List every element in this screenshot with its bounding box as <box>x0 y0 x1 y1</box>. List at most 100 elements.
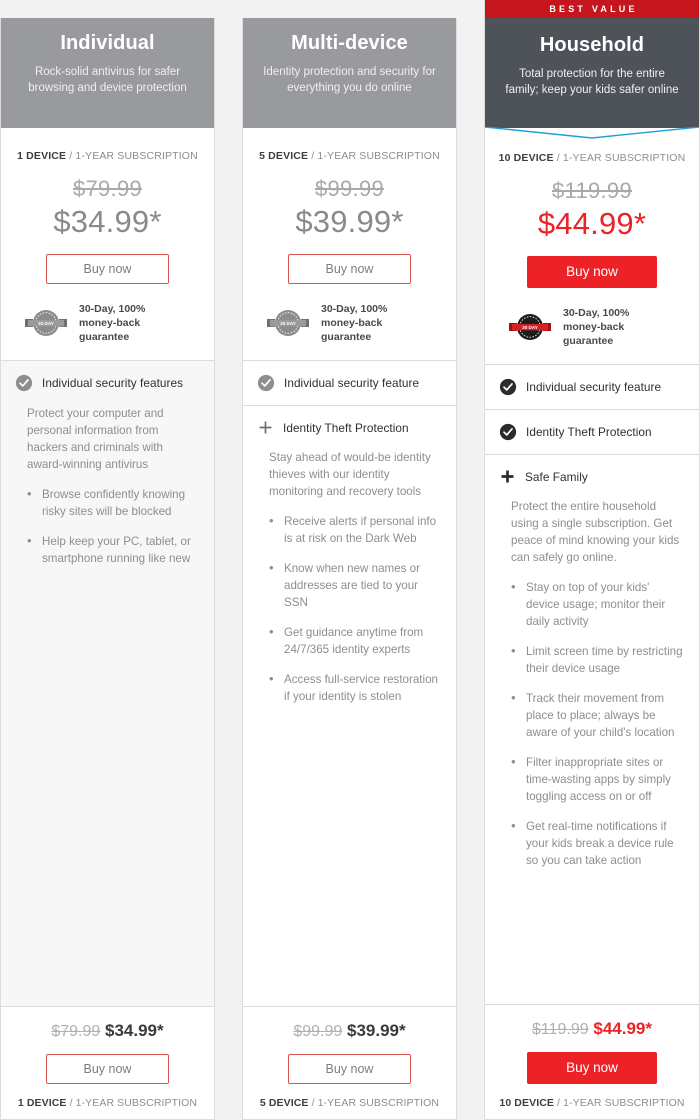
footer-current-price: $39.99* <box>347 1021 406 1040</box>
check-icon <box>499 378 517 396</box>
buy-now-button-bottom[interactable]: Buy now <box>527 1052 657 1084</box>
card-footer: $99.99 $39.99* Buy now 5 DEVICE / 1-YEAR S… <box>243 1006 456 1119</box>
footer-price: $99.99 $39.99* <box>253 1021 446 1041</box>
guarantee-line-2: money-back guarantee <box>321 317 383 343</box>
footer-device-count: 5 DEVICE <box>259 1097 309 1109</box>
feature-group[interactable]: Individual security features Protect your… <box>1 361 214 1006</box>
feature-group-header[interactable]: Safe Family <box>485 455 699 498</box>
buy-now-button-top[interactable]: Buy now <box>288 254 411 284</box>
guarantee-line-2: money-back guarantee <box>563 321 625 347</box>
plan-name: Household <box>539 34 645 56</box>
feature-bullet: Get guidance anytime from 24/7/365 ident… <box>269 623 440 658</box>
buy-now-button-top[interactable]: Buy now <box>46 254 169 284</box>
footer-original-price: $119.99 <box>531 1021 589 1038</box>
svg-text:30 DAY: 30 DAY <box>38 321 54 326</box>
feature-description: Protect your computer and personal infor… <box>27 407 164 471</box>
footer-original-price: $99.99 <box>293 1023 343 1040</box>
check-icon <box>499 423 517 441</box>
footer-subscription-line: 1 DEVICE / 1-YEAR SUBSCRIPTION <box>11 1097 204 1109</box>
device-count: 5 DEVICE <box>259 150 309 162</box>
feature-group-header[interactable]: Individual security features <box>1 361 214 405</box>
footer-subscription-line: 10 DEVICE / 1-YEAR SUBSCRIPTION <box>495 1097 689 1109</box>
feature-group-title: Individual security feature <box>284 376 420 390</box>
current-price: $34.99* <box>53 204 162 239</box>
footer-original-price: $79.99 <box>51 1023 101 1040</box>
feature-bullet-list: Receive alerts if personal info is at ri… <box>269 512 440 705</box>
guarantee-seal-icon: 30 DAY <box>23 306 69 340</box>
guarantee-line-1: 30-Day, 100% <box>563 307 630 319</box>
feature-body: Protect the entire household using a sin… <box>485 498 699 890</box>
feature-group-title: Individual security feature <box>526 380 662 394</box>
feature-bullet-list: Browse confidently knowing risky sites w… <box>27 485 198 567</box>
feature-group-header[interactable]: Individual security feature <box>485 365 699 409</box>
feature-description: Protect the entire household using a sin… <box>511 500 680 564</box>
guarantee-line-2: money-back guarantee <box>79 317 141 343</box>
feature-bullet: Access full-service restoration if your … <box>269 670 440 705</box>
buy-now-button-bottom[interactable]: Buy now <box>288 1054 411 1084</box>
footer-subscription-term: / 1-YEAR SUBSCRIPTION <box>69 1097 198 1109</box>
footer-subscription-line: 5 DEVICE / 1-YEAR SUBSCRIPTION <box>253 1097 446 1109</box>
plus-icon[interactable] <box>499 468 516 485</box>
price-block: 10 DEVICE / 1-YEAR SUBSCRIPTION $119.99 $4… <box>485 128 699 364</box>
plus-icon[interactable] <box>257 419 274 436</box>
footer-subscription-term: / 1-YEAR SUBSCRIPTION <box>557 1097 685 1109</box>
feature-group-header[interactable]: Identity Theft Protection <box>485 410 699 454</box>
plan-header: Multi-device Identity protection and secu… <box>243 18 456 128</box>
feature-bullet: Limit screen time by restricting their d… <box>511 642 683 677</box>
feature-bullet: Browse confidently knowing risky sites w… <box>27 485 198 520</box>
original-price: $99.99 <box>314 176 385 201</box>
guarantee-text: 30-Day, 100% money-back guarantee <box>79 302 192 344</box>
pricing-table: Individual Rock-solid antivirus for safer… <box>0 0 700 1120</box>
feature-bullet: Filter inappropriate sites or time-wasti… <box>511 753 683 805</box>
guarantee-line-1: 30-Day, 100% <box>79 303 146 315</box>
footer-subscription-term: / 1-YEAR SUBSCRIPTION <box>311 1097 440 1109</box>
money-back-guarantee: 30 DAY 30-Day, 100% money-back guarantee <box>495 288 689 348</box>
feature-group[interactable]: Individual security feature <box>243 361 456 406</box>
guarantee-line-1: 30-Day, 100% <box>321 303 388 315</box>
feature-body: Protect your computer and personal infor… <box>1 405 214 588</box>
subscription-line: 1 DEVICE / 1-YEAR SUBSCRIPTION <box>11 150 204 162</box>
svg-text:30 DAY: 30 DAY <box>280 321 296 326</box>
feature-group[interactable]: Identity Theft Protection <box>485 410 699 455</box>
plan-header: Household Total protection for the entire… <box>485 18 699 141</box>
footer-current-price: $34.99* <box>105 1021 164 1040</box>
feature-bullet: Receive alerts if personal info is at ri… <box>269 512 440 547</box>
footer-price: $119.99 $44.99* <box>495 1019 689 1039</box>
price-block: 1 DEVICE / 1-YEAR SUBSCRIPTION $79.99 $34.… <box>1 128 214 360</box>
feature-bullet: Know when new names or addresses are tie… <box>269 559 440 611</box>
plan-tagline: Total protection for the entire family; … <box>505 68 679 96</box>
feature-body: Stay ahead of would-be identity thieves … <box>243 449 456 726</box>
subscription-term: / 1-YEAR SUBSCRIPTION <box>69 150 198 162</box>
feature-group-header[interactable]: Individual security feature <box>243 361 456 405</box>
footer-current-price: $44.99* <box>593 1019 652 1038</box>
card-footer: $119.99 $44.99* Buy now 10 DEVICE / 1-YEAR… <box>485 1004 699 1119</box>
money-back-guarantee: 30 DAY 30-Day, 100% money-back guarantee <box>253 284 446 344</box>
guarantee-seal-icon: 30 DAY <box>265 306 311 340</box>
money-back-guarantee: 30 DAY 30-Day, 100% money-back guarantee <box>11 284 204 344</box>
original-price: $119.99 <box>552 178 632 203</box>
price-block: 5 DEVICE / 1-YEAR SUBSCRIPTION $99.99 $39.… <box>243 128 456 360</box>
feature-group-title: Individual security features <box>42 376 184 390</box>
guarantee-seal-icon: 30 DAY <box>507 310 553 344</box>
subscription-term: / 1-YEAR SUBSCRIPTION <box>311 150 440 162</box>
feature-group[interactable]: Safe Family Protect the entire household … <box>485 455 699 1004</box>
footer-price: $79.99 $34.99* <box>11 1021 204 1041</box>
feature-bullet: Help keep your PC, tablet, or smartphone… <box>27 532 198 567</box>
buy-now-button-bottom[interactable]: Buy now <box>46 1054 169 1084</box>
plan-tagline: Identity protection and security for eve… <box>263 66 436 94</box>
check-icon <box>257 374 275 392</box>
feature-group[interactable]: Individual security feature <box>485 365 699 410</box>
feature-group-title: Identity Theft Protection <box>283 420 409 435</box>
footer-device-count: 10 DEVICE <box>499 1097 554 1109</box>
device-count: 1 DEVICE <box>17 150 67 162</box>
plan-card-individual: Individual Rock-solid antivirus for safer… <box>0 18 215 1120</box>
feature-group[interactable]: Identity Theft Protection Stay ahead of w… <box>243 406 456 1006</box>
buy-now-button-top[interactable]: Buy now <box>527 256 657 288</box>
current-price: $39.99* <box>295 204 404 239</box>
device-count: 10 DEVICE <box>498 152 554 164</box>
best-value-banner: BEST VALUE <box>485 0 699 18</box>
guarantee-text: 30-Day, 100% money-back guarantee <box>321 302 434 344</box>
feature-group-header[interactable]: Identity Theft Protection <box>243 406 456 449</box>
feature-bullet-list: Stay on top of your kids' device usage; … <box>511 578 683 869</box>
feature-group-title: Identity Theft Protection <box>526 425 652 439</box>
